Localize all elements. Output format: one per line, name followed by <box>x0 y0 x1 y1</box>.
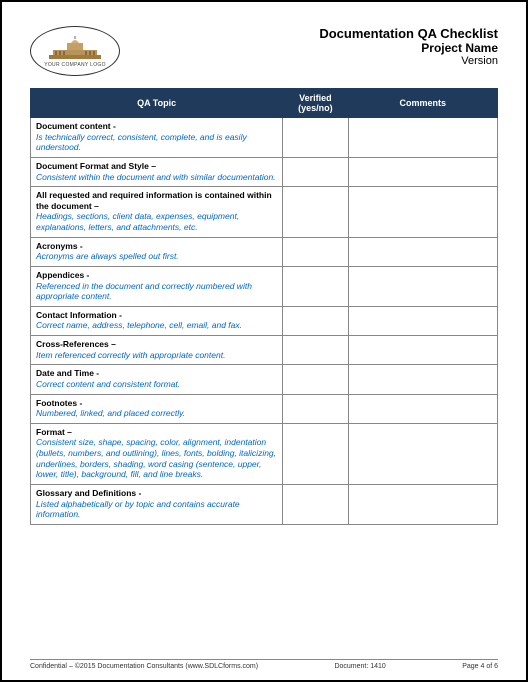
comments-cell <box>348 336 497 365</box>
document-header: YOUR COMPANY LOGO Documentation QA Check… <box>30 26 498 76</box>
verified-cell <box>283 484 348 524</box>
footer-page-number: Page 4 of 6 <box>462 663 498 670</box>
topic-cell: Glossary and Definitions -Listed alphabe… <box>31 484 283 524</box>
footer-document-number: Document: 1410 <box>334 663 385 670</box>
table-row: Cross-References –Item referenced correc… <box>31 336 498 365</box>
col-header-comments: Comments <box>348 89 497 118</box>
col-header-topic: QA Topic <box>31 89 283 118</box>
table-row: All requested and required information i… <box>31 187 498 238</box>
comments-cell <box>348 266 497 306</box>
verified-cell <box>283 365 348 394</box>
version-label: Version <box>319 55 498 67</box>
verified-cell <box>283 118 348 158</box>
table-row: Appendices -Referenced in the document a… <box>31 266 498 306</box>
content-area: QA Topic Verified (yes/no) Comments Docu… <box>30 88 498 651</box>
table-row: Document Format and Style –Consistent wi… <box>31 157 498 186</box>
verified-cell <box>283 187 348 238</box>
topic-cell: Document Format and Style –Consistent wi… <box>31 157 283 186</box>
topic-description: Referenced in the document and correctly… <box>36 281 277 302</box>
capitol-icon <box>45 35 105 61</box>
title-block: Documentation QA Checklist Project Name … <box>319 26 498 67</box>
topic-description: Correct name, address, telephone, cell, … <box>36 320 277 331</box>
topic-cell: Footnotes -Numbered, linked, and placed … <box>31 394 283 423</box>
document-footer: Confidential – ©2015 Documentation Consu… <box>30 659 498 670</box>
logo-placeholder-text: YOUR COMPANY LOGO <box>44 62 106 68</box>
topic-title: Document Format and Style – <box>36 161 277 172</box>
topic-title: Footnotes - <box>36 398 277 409</box>
topic-cell: Format –Consistent size, shape, spacing,… <box>31 423 283 484</box>
verified-cell <box>283 394 348 423</box>
comments-cell <box>348 306 497 335</box>
verified-cell <box>283 306 348 335</box>
verified-cell <box>283 266 348 306</box>
comments-cell <box>348 394 497 423</box>
verified-cell <box>283 157 348 186</box>
topic-description: Item referenced correctly with appropria… <box>36 350 277 361</box>
comments-cell <box>348 118 497 158</box>
comments-cell <box>348 187 497 238</box>
topic-cell: Contact Information -Correct name, addre… <box>31 306 283 335</box>
qa-checklist-table: QA Topic Verified (yes/no) Comments Docu… <box>30 88 498 525</box>
document-page: YOUR COMPANY LOGO Documentation QA Check… <box>2 2 526 680</box>
table-row: Acronyms -Acronyms are always spelled ou… <box>31 237 498 266</box>
table-row: Format –Consistent size, shape, spacing,… <box>31 423 498 484</box>
topic-cell: Cross-References –Item referenced correc… <box>31 336 283 365</box>
comments-cell <box>348 157 497 186</box>
col-header-verified: Verified (yes/no) <box>283 89 348 118</box>
verified-cell <box>283 336 348 365</box>
comments-cell <box>348 237 497 266</box>
topic-cell: Appendices -Referenced in the document a… <box>31 266 283 306</box>
footer-confidential: Confidential – ©2015 Documentation Consu… <box>30 663 258 670</box>
verified-cell <box>283 423 348 484</box>
topic-description: Headings, sections, client data, expense… <box>36 211 277 232</box>
topic-description: Listed alphabetically or by topic and co… <box>36 499 277 520</box>
topic-description: Is technically correct, consistent, comp… <box>36 132 277 153</box>
comments-cell <box>348 423 497 484</box>
topic-description: Correct content and consistent format. <box>36 379 277 390</box>
project-name: Project Name <box>319 41 498 55</box>
topic-title: Document content - <box>36 121 277 132</box>
doc-title: Documentation QA Checklist <box>319 26 498 41</box>
table-row: Footnotes -Numbered, linked, and placed … <box>31 394 498 423</box>
topic-cell: Date and Time -Correct content and consi… <box>31 365 283 394</box>
table-row: Date and Time -Correct content and consi… <box>31 365 498 394</box>
topic-description: Acronyms are always spelled out first. <box>36 251 277 262</box>
topic-title: Format – <box>36 427 277 438</box>
topic-title: All requested and required information i… <box>36 190 277 211</box>
topic-title: Date and Time - <box>36 368 277 379</box>
topic-title: Appendices - <box>36 270 277 281</box>
table-row: Contact Information -Correct name, addre… <box>31 306 498 335</box>
topic-cell: Document content -Is technically correct… <box>31 118 283 158</box>
table-row: Document content -Is technically correct… <box>31 118 498 158</box>
verified-cell <box>283 237 348 266</box>
topic-title: Contact Information - <box>36 310 277 321</box>
topic-title: Glossary and Definitions - <box>36 488 277 499</box>
topic-description: Numbered, linked, and placed correctly. <box>36 408 277 419</box>
topic-title: Cross-References – <box>36 339 277 350</box>
topic-cell: All requested and required information i… <box>31 187 283 238</box>
comments-cell <box>348 484 497 524</box>
table-row: Glossary and Definitions -Listed alphabe… <box>31 484 498 524</box>
topic-cell: Acronyms -Acronyms are always spelled ou… <box>31 237 283 266</box>
topic-title: Acronyms - <box>36 241 277 252</box>
topic-description: Consistent within the document and with … <box>36 172 277 183</box>
topic-description: Consistent size, shape, spacing, color, … <box>36 437 277 480</box>
comments-cell <box>348 365 497 394</box>
company-logo: YOUR COMPANY LOGO <box>30 26 120 76</box>
